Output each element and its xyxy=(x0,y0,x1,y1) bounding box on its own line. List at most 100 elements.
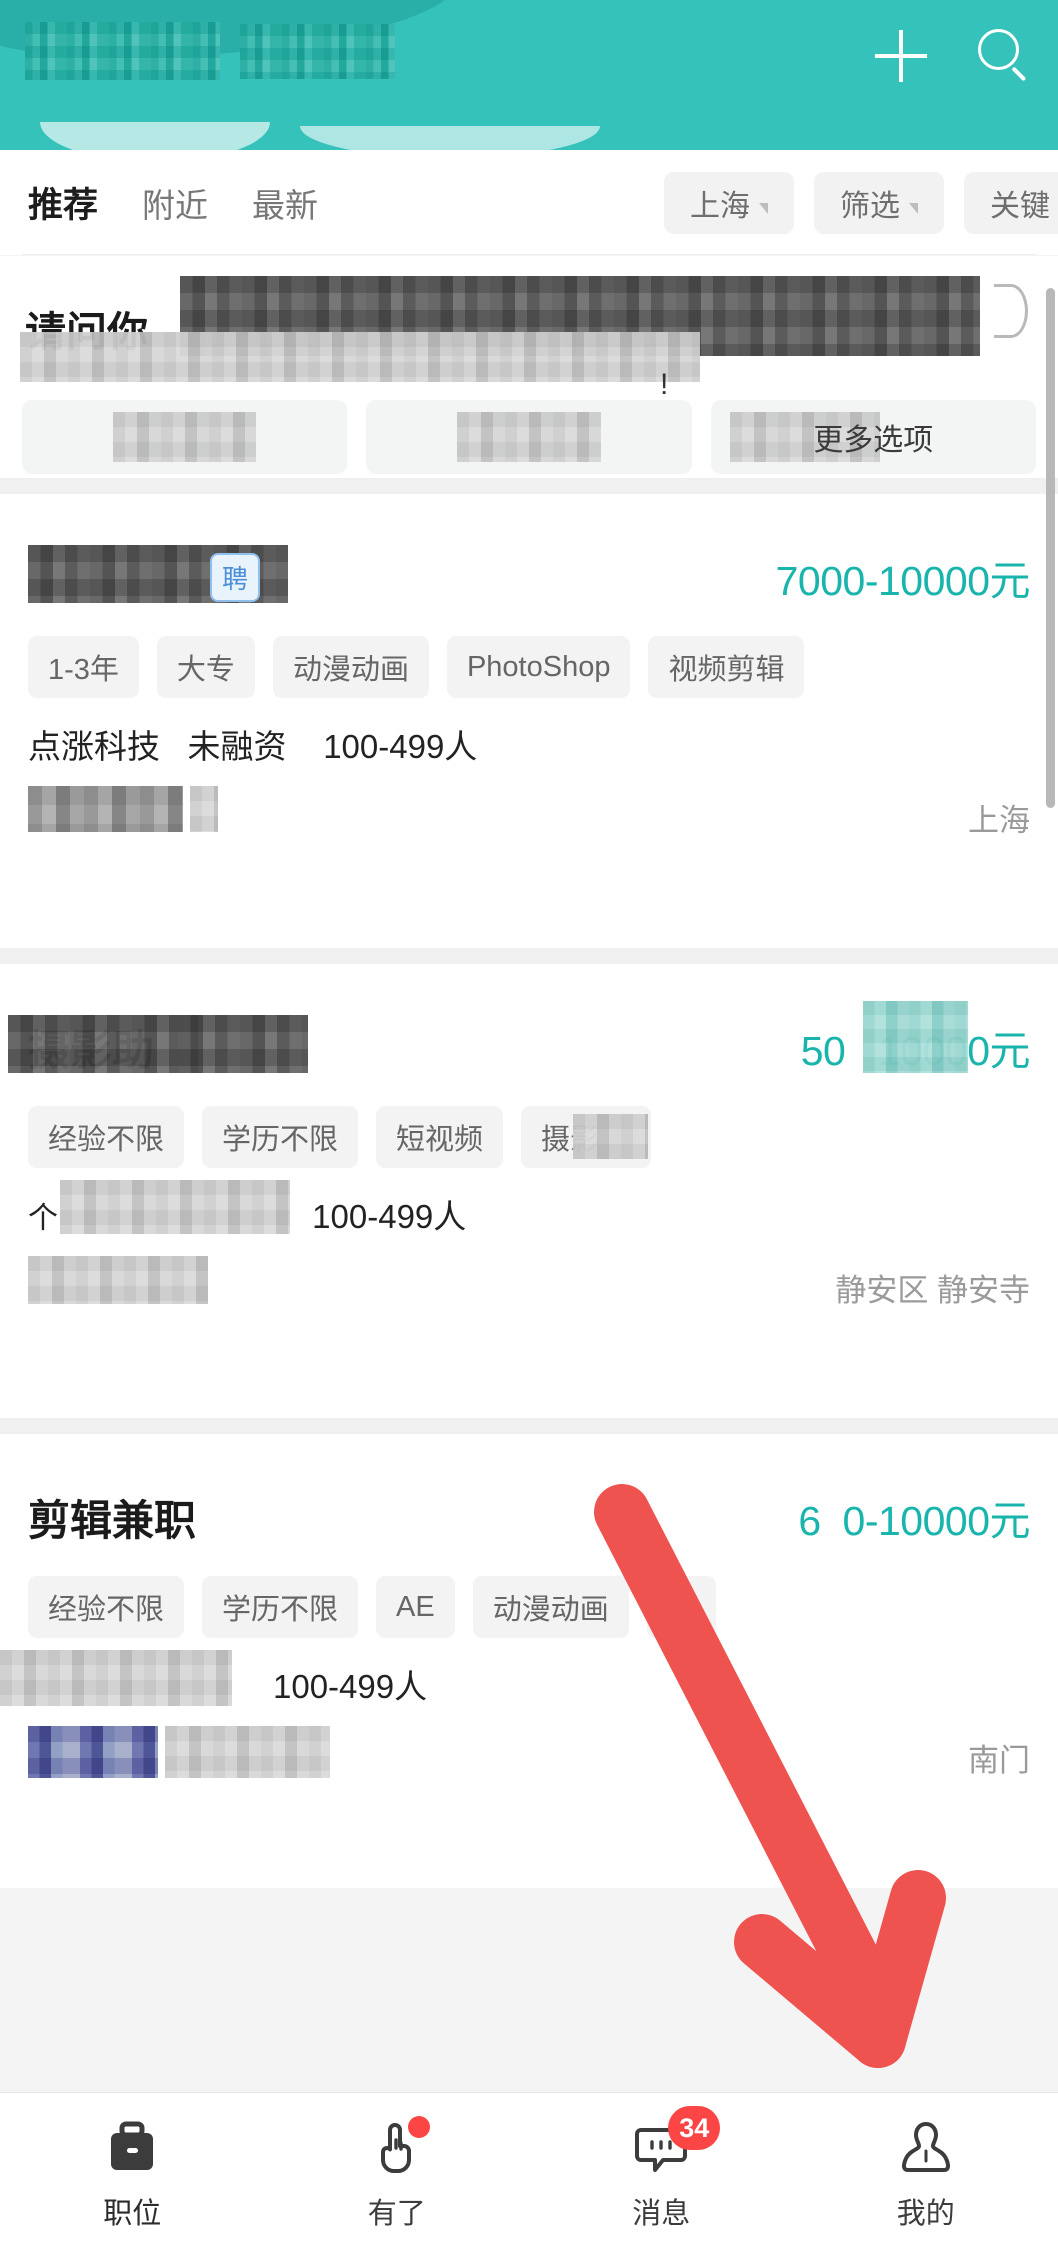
tab-list: 推荐 附近 最新 xyxy=(0,177,318,228)
job-card-1-tag-2: 动漫动画 xyxy=(272,636,429,698)
chat-bubble-icon: 34 xyxy=(632,2106,721,2176)
job-card-3-tag-2: AE xyxy=(376,1576,455,1638)
job-card-3-company-line: 100-499人 xyxy=(0,1650,1058,1706)
nav-item-profile-label: 我的 xyxy=(896,2198,955,2230)
job-card-3-footer: 南门 xyxy=(0,1724,1058,1790)
filter-chip-filter-label: 筛选 xyxy=(840,189,900,223)
survey-option-2-redacted xyxy=(457,412,601,462)
nav-item-messages[interactable]: 34 消息 xyxy=(529,2093,794,2257)
app-screen: 推荐 附近 最新 上海 筛选 关键 请问你 ! xyxy=(0,0,1058,2257)
job-card-1-tag-1: 大专 xyxy=(156,636,255,698)
job-card-3-tags: 经验不限 学历不限 AE 动漫动画 职 xyxy=(0,1576,1058,1638)
header-decoration-curve-left xyxy=(40,122,270,150)
survey-option-more[interactable]: 更多选项 xyxy=(710,400,1036,474)
job-card-2[interactable]: 摄影助 50 10000元 经验不限 学历不限 短视频 摄影 个 100-499… xyxy=(0,964,1058,1418)
filter-chip-city-label: 上海 xyxy=(690,189,750,223)
nav-item-profile[interactable]: 我的 xyxy=(794,2093,1058,2257)
job-card-2-tag-3-redacted xyxy=(573,1114,649,1159)
section-gap-1 xyxy=(0,478,1058,494)
survey-question-redacted-2 xyxy=(20,332,700,382)
vertical-scrollbar[interactable] xyxy=(1046,288,1055,808)
job-card-1-recruiter-redacted xyxy=(28,786,183,832)
survey-option-1-redacted xyxy=(113,412,257,462)
job-card-1[interactable]: 视频剪辑师 聘 7000-10000元 1-3年 大专 动漫动画 PhotoSh… xyxy=(0,494,1058,948)
nav-item-liked-label: 有了 xyxy=(367,2198,426,2230)
nav-item-messages-badge: 34 xyxy=(668,2106,721,2150)
tab-newest[interactable]: 最新 xyxy=(252,179,318,227)
job-card-2-title-redacted-left xyxy=(8,1014,198,1073)
chevron-down-icon xyxy=(759,203,768,214)
job-card-3-title: 剪辑兼职 xyxy=(28,1496,197,1544)
job-card-3-tag-1: 学历不限 xyxy=(202,1576,359,1638)
chevron-down-icon xyxy=(909,203,918,214)
survey-card: 请问你 ! 更多选项 xyxy=(0,256,1058,478)
filter-chip-list: 上海 筛选 关键 xyxy=(664,171,1058,234)
survey-option-2[interactable] xyxy=(366,400,692,474)
job-card-2-tag-3: 摄影 xyxy=(521,1106,652,1168)
job-card-1-size: 100-499人 xyxy=(323,728,478,765)
survey-option-more-label: 更多选项 xyxy=(813,424,934,457)
job-card-3-salary-suffix: 0-10000元 xyxy=(842,1498,1031,1544)
header-decoration-curve-right xyxy=(300,126,600,150)
job-card-3-salary: 6 0-10000元 xyxy=(798,1487,1030,1547)
job-card-1-location: 上海 xyxy=(968,802,1030,838)
survey-exclaim: ! xyxy=(660,368,669,401)
job-card-1-footer: 上海 xyxy=(0,784,1058,850)
job-card-2-company-line: 个 100-499人 xyxy=(0,1180,1058,1236)
job-card-2-recruiter-redacted xyxy=(28,1256,208,1304)
survey-option-1[interactable] xyxy=(22,400,348,474)
job-card-1-title: 视频剪辑师 xyxy=(28,544,288,608)
job-card-3-company-redacted xyxy=(0,1650,232,1706)
app-header xyxy=(0,0,1058,150)
survey-bracket-decoration xyxy=(994,284,1028,338)
job-card-3-tag-4: 职 xyxy=(646,1576,716,1638)
job-card-3[interactable]: 剪辑兼职 6 0-10000元 经验不限 学历不限 AE 动漫动画 职 100-… xyxy=(0,1434,1058,1888)
tab-nearby[interactable]: 附近 xyxy=(142,179,208,227)
job-card-2-size: 100-499人 xyxy=(312,1198,467,1235)
job-card-1-tag-3: PhotoShop xyxy=(446,636,631,698)
job-card-2-header: 摄影助 50 10000元 xyxy=(0,1001,1058,1090)
section-gap-3 xyxy=(0,1418,1058,1434)
job-card-1-tag-4: 视频剪辑 xyxy=(648,636,805,698)
filter-chip-filter[interactable]: 筛选 xyxy=(814,171,944,234)
tab-filter-bar: 推荐 附近 最新 上海 筛选 关键 xyxy=(0,150,1058,255)
header-subtitle-redacted xyxy=(240,24,395,79)
job-card-1-header: 视频剪辑师 聘 7000-10000元 xyxy=(0,534,1058,620)
header-title-redacted xyxy=(25,22,220,80)
job-card-2-tag-2: 短视频 xyxy=(376,1106,504,1168)
job-card-2-tags: 经验不限 学历不限 短视频 摄影 xyxy=(0,1106,1058,1168)
filter-chip-city[interactable]: 上海 xyxy=(664,171,794,234)
job-card-2-title: 摄影助 xyxy=(8,1014,308,1078)
job-card-3-header: 剪辑兼职 6 0-10000元 xyxy=(0,1474,1058,1560)
job-card-3-tag-3: 动漫动画 xyxy=(472,1576,629,1638)
job-card-2-tag-1: 学历不限 xyxy=(202,1106,359,1168)
nav-item-liked[interactable]: 有了 xyxy=(265,2093,530,2257)
job-card-2-footer: 静安区 静安寺 xyxy=(0,1254,1058,1320)
job-card-2-company-redacted xyxy=(60,1180,290,1234)
bottom-navigation: 职位 有了 34 消息 我的 xyxy=(0,2092,1058,2257)
tab-recommended[interactable]: 推荐 xyxy=(28,177,98,228)
job-card-3-location: 南门 xyxy=(968,1742,1030,1778)
job-card-3-size: 100-499人 xyxy=(273,1668,428,1705)
job-card-2-salary-redacted xyxy=(862,1001,968,1073)
job-card-1-company: 点涨科技 xyxy=(28,728,160,765)
job-card-2-salary: 50 10000元 xyxy=(800,1001,1031,1077)
nav-item-messages-label: 消息 xyxy=(632,2198,691,2230)
job-card-1-salary: 7000-10000元 xyxy=(775,558,1031,604)
job-card-1-funding: 未融资 xyxy=(187,728,287,765)
job-card-3-salary-prefix: 6 xyxy=(798,1498,821,1544)
job-card-1-recruit-badge: 聘 xyxy=(210,552,261,602)
nav-item-jobs[interactable]: 职位 xyxy=(0,2093,265,2257)
search-icon[interactable] xyxy=(974,27,1032,85)
job-card-2-salary-prefix: 50 xyxy=(800,1028,846,1074)
filter-chip-keyword[interactable]: 关键 xyxy=(964,171,1058,234)
section-gap-2 xyxy=(0,948,1058,964)
job-card-1-tags: 1-3年 大专 动漫动画 PhotoShop 视频剪辑 xyxy=(0,636,1058,698)
job-card-2-location: 静安区 静安寺 xyxy=(835,1272,1030,1308)
job-card-2-title-redacted-right xyxy=(178,1014,308,1073)
nav-item-jobs-label: 职位 xyxy=(103,2198,162,2230)
hand-tap-icon xyxy=(368,2116,430,2176)
plus-icon[interactable] xyxy=(872,27,930,85)
job-card-1-recruiter-redacted-2 xyxy=(190,786,218,832)
job-card-3-tag-0: 经验不限 xyxy=(28,1576,185,1638)
